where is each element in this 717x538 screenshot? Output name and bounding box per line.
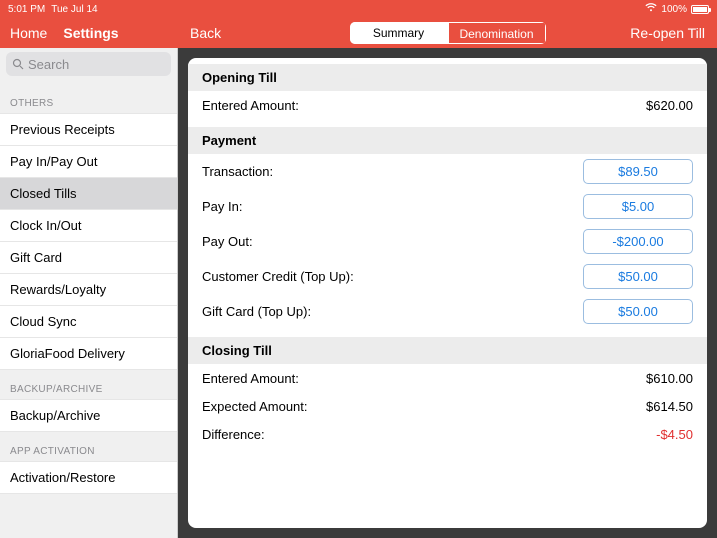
label-opening-entered: Entered Amount: <box>202 98 646 113</box>
back-button[interactable]: Back <box>190 25 221 41</box>
sidebar-item-previous-receipts[interactable]: Previous Receipts <box>0 113 177 146</box>
row-closing-difference: Difference: -$4.50 <box>188 420 707 448</box>
value-gift-card-topup[interactable]: $50.00 <box>583 299 693 324</box>
row-pay-in: Pay In: $5.00 <box>188 189 707 224</box>
label-closing-entered: Entered Amount: <box>202 371 646 386</box>
search-icon <box>12 58 24 70</box>
row-transaction: Transaction: $89.50 <box>188 154 707 189</box>
value-closing-expected: $614.50 <box>646 399 693 414</box>
section-header-backup: BACKUP/ARCHIVE <box>0 370 177 399</box>
sidebar-item-gloriafood[interactable]: GloriaFood Delivery <box>0 338 177 370</box>
battery-icon <box>691 5 709 14</box>
status-date: Tue Jul 14 <box>51 4 97 15</box>
label-customer-credit: Customer Credit (Top Up): <box>202 269 583 284</box>
row-pay-out: Pay Out: -$200.00 <box>188 224 707 259</box>
top-bar: Home Settings Back Summary Denomination … <box>0 18 717 48</box>
value-closing-entered: $610.00 <box>646 371 693 386</box>
main-panel: Opening Till Entered Amount: $620.00 Pay… <box>178 48 717 538</box>
wifi-icon <box>645 3 657 15</box>
summary-card: Opening Till Entered Amount: $620.00 Pay… <box>188 58 707 528</box>
nav-home[interactable]: Home <box>10 25 47 41</box>
sidebar-item-backup[interactable]: Backup/Archive <box>0 399 177 432</box>
search-input[interactable]: Search <box>6 52 171 76</box>
row-closing-expected: Expected Amount: $614.50 <box>188 392 707 420</box>
sidebar: Search OTHERS Previous Receipts Pay In/P… <box>0 48 178 538</box>
sidebar-item-clock-in-out[interactable]: Clock In/Out <box>0 210 177 242</box>
reopen-till-button[interactable]: Re-open Till <box>630 25 705 41</box>
section-header-activation: APP ACTIVATION <box>0 432 177 461</box>
sidebar-item-closed-tills[interactable]: Closed Tills <box>0 178 177 210</box>
value-pay-out[interactable]: -$200.00 <box>583 229 693 254</box>
segmented-control: Summary Denomination <box>350 22 546 44</box>
row-opening-entered: Entered Amount: $620.00 <box>188 91 707 119</box>
label-pay-in: Pay In: <box>202 199 583 214</box>
sidebar-item-gift-card[interactable]: Gift Card <box>0 242 177 274</box>
value-transaction[interactable]: $89.50 <box>583 159 693 184</box>
tab-denomination[interactable]: Denomination <box>448 22 546 44</box>
value-pay-in[interactable]: $5.00 <box>583 194 693 219</box>
section-closing-till: Closing Till <box>188 337 707 364</box>
label-gift-card-topup: Gift Card (Top Up): <box>202 304 583 319</box>
value-closing-difference: -$4.50 <box>656 427 693 442</box>
section-opening-till: Opening Till <box>188 64 707 91</box>
status-time: 5:01 PM <box>8 4 45 15</box>
row-gift-card-topup: Gift Card (Top Up): $50.00 <box>188 294 707 329</box>
label-pay-out: Pay Out: <box>202 234 583 249</box>
tab-summary[interactable]: Summary <box>350 22 448 44</box>
sidebar-item-cloud-sync[interactable]: Cloud Sync <box>0 306 177 338</box>
section-header-others: OTHERS <box>0 84 177 113</box>
section-payment: Payment <box>188 127 707 154</box>
battery-percent: 100% <box>661 4 687 15</box>
search-placeholder: Search <box>28 57 69 72</box>
row-closing-entered: Entered Amount: $610.00 <box>188 364 707 392</box>
sidebar-item-rewards[interactable]: Rewards/Loyalty <box>0 274 177 306</box>
sidebar-item-pay-in-out[interactable]: Pay In/Pay Out <box>0 146 177 178</box>
nav-settings[interactable]: Settings <box>63 25 118 41</box>
sidebar-item-activation[interactable]: Activation/Restore <box>0 461 177 494</box>
status-bar: 5:01 PM Tue Jul 14 100% <box>0 0 717 18</box>
label-closing-difference: Difference: <box>202 427 656 442</box>
value-opening-entered: $620.00 <box>646 98 693 113</box>
label-closing-expected: Expected Amount: <box>202 399 646 414</box>
label-transaction: Transaction: <box>202 164 583 179</box>
value-customer-credit[interactable]: $50.00 <box>583 264 693 289</box>
row-customer-credit: Customer Credit (Top Up): $50.00 <box>188 259 707 294</box>
